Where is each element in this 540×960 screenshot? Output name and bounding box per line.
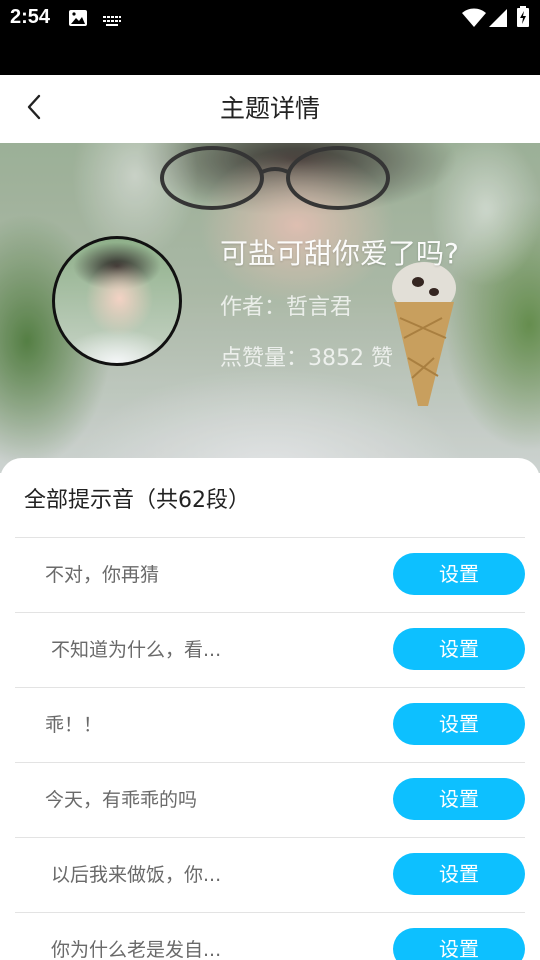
ringtone-label: 今天，有乖乖的吗 [45,789,198,811]
ringtone-label: 以后我来做饭，你... [51,864,222,886]
set-button[interactable]: 设置 [393,853,525,895]
status-bar: 2:54 [0,0,540,75]
battery-icon [516,6,530,32]
theme-author: 作者：哲言君 [220,295,353,320]
title-bar: 主题详情 [0,75,540,143]
keyboard-icon [102,12,122,31]
wifi-icon [462,8,486,32]
ringtone-label: 不知道为什么，看... [51,639,222,661]
set-button[interactable]: 设置 [393,628,525,670]
ringtone-list-card: 全部提示音（共62段） 不对，你再猜 设置 不知道为什么，看... 设置 乖！！… [0,458,540,960]
list-item[interactable]: 不知道为什么，看... 设置 [15,612,525,687]
set-button[interactable]: 设置 [393,778,525,820]
ringtone-list: 不对，你再猜 设置 不知道为什么，看... 设置 乖！！ 设置 今天，有乖乖的吗… [15,537,525,960]
author-avatar [52,236,182,366]
list-item[interactable]: 今天，有乖乖的吗 设置 [15,762,525,837]
list-item[interactable]: 不对，你再猜 设置 [15,537,525,612]
section-title: 全部提示音（共62段） [24,488,250,513]
list-item[interactable]: 以后我来做饭，你... 设置 [15,837,525,912]
ringtone-label: 乖！！ [45,714,103,736]
list-item[interactable]: 乖！！ 设置 [15,687,525,762]
list-item[interactable]: 你为什么老是发自... 设置 [15,912,525,960]
signal-icon [488,8,508,32]
status-time: 2:54 [10,6,51,28]
theme-likes: 点赞量：3852 赞 [220,346,393,371]
ringtone-label: 你为什么老是发自... [51,939,222,960]
set-button[interactable]: 设置 [393,553,525,595]
set-button[interactable]: 设置 [393,703,525,745]
theme-title: 可盐可甜你爱了吗? [220,237,459,270]
set-button[interactable]: 设置 [393,928,525,960]
image-icon [68,9,88,31]
page-title: 主题详情 [219,94,320,123]
ringtone-label: 不对，你再猜 [45,564,160,586]
